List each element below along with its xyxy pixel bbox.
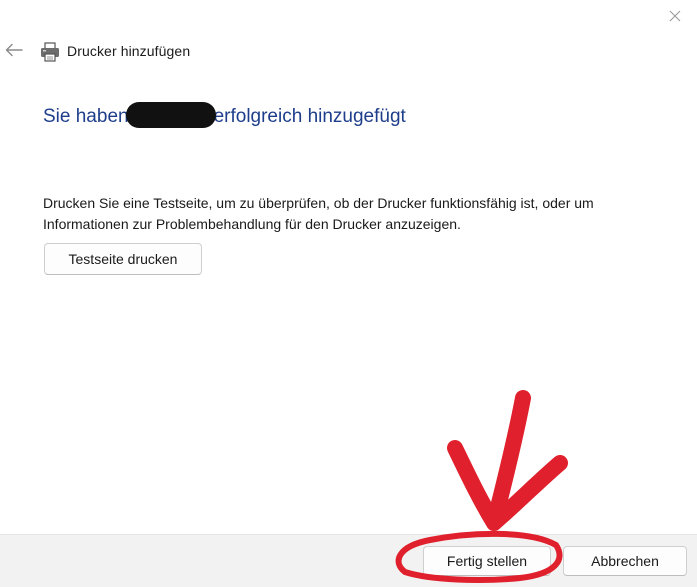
heading-prefix: Sie haben [43,106,129,128]
back-button[interactable] [2,38,26,62]
window-title: Drucker hinzufügen [67,43,191,59]
heading-suffix: erfolgreich hinzugefügt [213,106,406,128]
back-arrow-icon [5,43,23,57]
close-icon [669,10,681,22]
redacted-printer-name [125,102,216,128]
add-printer-dialog: Drucker hinzufügen Sie haben erfolgreich … [0,0,697,587]
description-text: Drucken Sie eine Testseite, um zu überpr… [43,195,594,232]
red-annotation-overlay [395,390,568,583]
printer-icon [41,42,59,62]
annotation-arrow-icon [447,390,568,531]
cancel-button[interactable]: Abbrechen [563,546,687,576]
print-test-page-button[interactable]: Testseite drucken [44,243,202,275]
finish-button[interactable]: Fertig stellen [423,546,551,576]
close-button[interactable] [653,0,697,32]
page-heading: Sie haben erfolgreich hinzugefügt [43,102,406,130]
